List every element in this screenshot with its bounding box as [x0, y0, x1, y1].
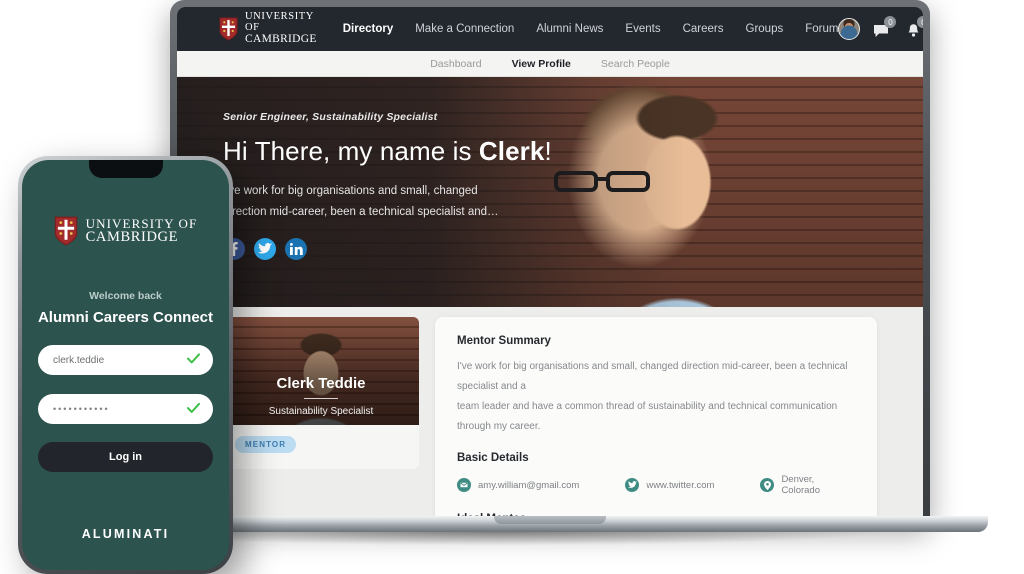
- password-field[interactable]: •••••••••••: [38, 394, 213, 424]
- hero-greeting-suffix: !: [544, 136, 552, 166]
- aluminati-logo: ALUMINATI: [81, 527, 170, 541]
- twitter-icon: [625, 478, 640, 492]
- profile-card: Clerk Teddie Sustainability Specialist M…: [223, 317, 419, 523]
- top-navigation-bar: UNIVERSITY OF CAMBRIDGE Directory Make a…: [177, 7, 923, 51]
- phone-logo-line-2: CAMBRIDGE: [85, 229, 179, 246]
- detail-twitter: www.twitter.com: [625, 474, 714, 496]
- phone-logo: UNIVERSITY OF CAMBRIDGE: [54, 216, 198, 246]
- profile-card-photo: Clerk Teddie Sustainability Specialist: [223, 317, 419, 425]
- secondary-navigation-bar: Dashboard View Profile Search People: [177, 51, 923, 77]
- nav-item-directory[interactable]: Directory: [343, 23, 394, 35]
- profile-card-role: Sustainability Specialist: [268, 406, 374, 417]
- hero-greeting-name: Clerk: [478, 136, 545, 166]
- cambridge-crest-icon: [54, 216, 78, 246]
- cambridge-crest-icon: [219, 17, 238, 41]
- login-button[interactable]: Log in: [38, 442, 213, 472]
- nav-item-groups[interactable]: Groups: [746, 23, 784, 35]
- hero-greeting: Hi There, my name is Clerk!: [223, 136, 597, 167]
- app-title: Alumni Careers Connect: [37, 309, 214, 326]
- laptop-viewport: UNIVERSITY OF CAMBRIDGE Directory Make a…: [177, 7, 923, 523]
- user-avatar[interactable]: [838, 18, 861, 40]
- screenshot-stage: UNIVERSITY OF CAMBRIDGE Directory Make a…: [0, 0, 1024, 574]
- profile-card-name: Clerk Teddie: [276, 374, 366, 392]
- hero-role-text: Senior Engineer, Sustainability Speciali…: [223, 111, 438, 123]
- detail-location-value: Denver, Colorado: [781, 474, 820, 496]
- hero-greeting-prefix: Hi There, my name is: [223, 136, 479, 166]
- mentor-summary-line-1: I've work for big organisations and smal…: [457, 361, 848, 392]
- password-value: •••••••••••: [53, 404, 110, 414]
- green-check-icon: [187, 353, 200, 367]
- logo-line-2: CAMBRIDGE: [245, 32, 317, 45]
- profile-content-area: Clerk Teddie Sustainability Specialist M…: [177, 307, 923, 523]
- notifications-badge: 0: [917, 16, 923, 28]
- logo-line-1: UNIVERSITY OF: [245, 11, 314, 34]
- envelope-icon: [457, 478, 471, 492]
- nav-item-make-a-connection[interactable]: Make a Connection: [415, 23, 514, 35]
- twitter-icon[interactable]: [254, 237, 276, 260]
- location-pin-icon: [760, 478, 775, 492]
- basic-details-heading: Basic Details: [457, 452, 529, 464]
- detail-twitter-value: www.twitter.com: [646, 479, 715, 491]
- hero-bio-text: I've work for big organisations and smal…: [223, 181, 523, 224]
- detail-location: Denver, Colorado: [760, 474, 855, 496]
- site-logo-text: UNIVERSITY OF CAMBRIDGE: [245, 11, 317, 45]
- hero-bio-line-2: direction mid-career, been a technical s…: [223, 206, 499, 219]
- site-logo[interactable]: UNIVERSITY OF CAMBRIDGE: [219, 11, 317, 45]
- nav-item-events[interactable]: Events: [625, 23, 660, 35]
- mentor-summary-heading: Mentor Summary: [457, 335, 551, 347]
- mentor-summary-card: Mentor Summary I've work for big organis…: [435, 317, 877, 523]
- phone-logo-line-1: UNIVERSITY OF: [85, 215, 198, 231]
- messages-badge: 0: [884, 16, 897, 28]
- phone-screen: UNIVERSITY OF CAMBRIDGE Welcome back Alu…: [22, 160, 229, 570]
- laptop-hinge-notch: [494, 516, 606, 524]
- welcome-text: Welcome back: [89, 290, 162, 302]
- detail-email: amy.william@gmail.com: [457, 474, 579, 496]
- username-field[interactable]: clerk.teddie: [38, 345, 213, 375]
- phone-logo-text: UNIVERSITY OF CAMBRIDGE: [85, 215, 198, 246]
- mentor-summary-text: I've work for big organisations and smal…: [457, 357, 855, 437]
- nav-right-actions: 0 0: [838, 16, 923, 40]
- linkedin-icon[interactable]: [285, 237, 307, 260]
- laptop-mockup: UNIVERSITY OF CAMBRIDGE Directory Make a…: [112, 0, 988, 532]
- subnav-item-view-profile[interactable]: View Profile: [512, 58, 571, 70]
- phone-notch: [88, 160, 163, 178]
- nav-item-careers[interactable]: Careers: [683, 23, 724, 35]
- social-links: [223, 237, 597, 260]
- profile-card-body: MENTOR: [223, 425, 419, 469]
- basic-details-row: amy.william@gmail.com www.twitter.com De…: [457, 474, 855, 496]
- mentor-summary-line-2: team leader and have a common thread of …: [457, 401, 838, 432]
- phone-mockup: UNIVERSITY OF CAMBRIDGE Welcome back Alu…: [18, 156, 233, 574]
- nav-item-forum[interactable]: Forum: [805, 23, 838, 35]
- profile-hero-banner: Senior Engineer, Sustainability Speciali…: [177, 77, 923, 307]
- messages-button[interactable]: 0: [873, 16, 897, 39]
- laptop-shadow: [120, 531, 880, 545]
- username-value: clerk.teddie: [53, 354, 105, 366]
- profile-card-meta: Clerk Teddie Sustainability Specialist: [223, 375, 419, 418]
- subnav-item-search-people[interactable]: Search People: [601, 58, 670, 70]
- hero-content: Senior Engineer, Sustainability Speciali…: [177, 77, 597, 260]
- subnav-item-dashboard[interactable]: Dashboard: [430, 58, 481, 70]
- notifications-button[interactable]: 0: [906, 16, 923, 39]
- nav-item-alumni-news[interactable]: Alumni News: [536, 23, 603, 35]
- hero-bio-line-1: I've work for big organisations and smal…: [223, 185, 478, 197]
- profile-card-divider: [304, 397, 338, 399]
- green-check-icon: [187, 402, 200, 416]
- mentor-badge: MENTOR: [235, 436, 297, 453]
- detail-email-value: amy.william@gmail.com: [478, 479, 580, 491]
- laptop-screen-frame: UNIVERSITY OF CAMBRIDGE Directory Make a…: [170, 0, 930, 524]
- primary-nav-links: Directory Make a Connection Alumni News …: [343, 23, 839, 35]
